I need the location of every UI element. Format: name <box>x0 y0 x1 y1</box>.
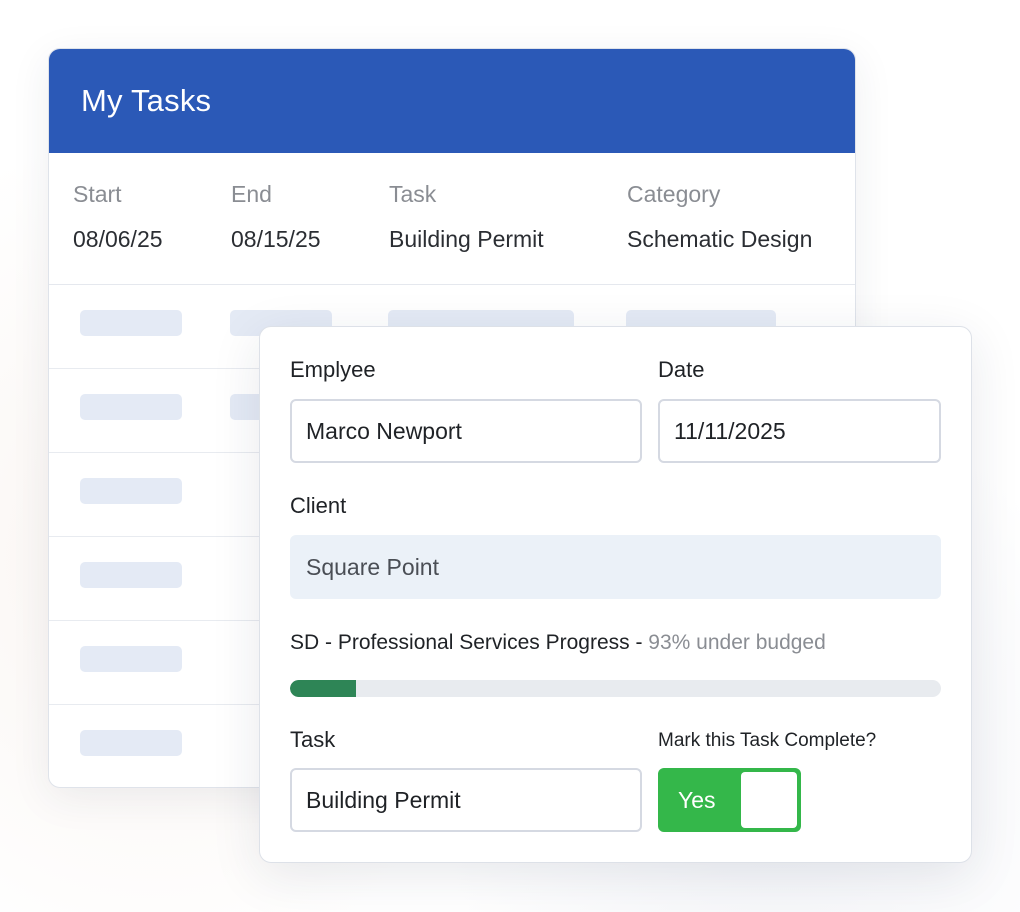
column-header-task: Task <box>389 181 437 207</box>
employee-input[interactable] <box>290 399 642 463</box>
progress-title: SD - Professional Services Progress - <box>290 631 649 654</box>
progress-note: 93% under budged <box>648 631 826 654</box>
skeleton-bar <box>80 478 182 504</box>
date-label: Date <box>658 357 705 382</box>
complete-label: Mark this Task Complete? <box>658 730 877 751</box>
cell-end: 08/15/25 <box>231 226 321 252</box>
skeleton-bar <box>80 310 182 336</box>
skeleton-bar <box>80 730 182 756</box>
cell-task: Building Permit <box>389 226 544 252</box>
tasks-header: My Tasks <box>49 49 855 153</box>
toggle-text: Yes <box>678 787 716 813</box>
client-field <box>290 535 941 599</box>
column-start: Start 08/06/25 <box>73 181 163 253</box>
toggle-knob[interactable] <box>741 772 797 828</box>
task-form-card: Emplyee Date Client SD - Professional Se… <box>259 326 972 863</box>
column-header-end: End <box>231 181 272 207</box>
progress-label: SD - Professional Services Progress - 93… <box>290 631 826 655</box>
column-category: Category Schematic Design <box>627 181 812 253</box>
employee-label: Emplyee <box>290 357 376 382</box>
progress-bar <box>290 680 941 697</box>
skeleton-bar <box>80 394 182 420</box>
complete-toggle[interactable]: Yes <box>658 768 801 832</box>
date-input[interactable] <box>658 399 941 463</box>
cell-category: Schematic Design <box>627 226 813 252</box>
client-label: Client <box>290 493 347 518</box>
task-input[interactable] <box>290 768 642 832</box>
column-task: Task Building Permit <box>389 181 544 253</box>
task-label: Task <box>290 727 336 752</box>
progress-fill <box>290 680 356 697</box>
cell-start: 08/06/25 <box>73 226 163 252</box>
skeleton-bar <box>80 562 182 588</box>
skeleton-bar <box>80 646 182 672</box>
tasks-title: My Tasks <box>81 83 212 118</box>
column-header-category: Category <box>627 181 721 207</box>
column-header-start: Start <box>73 181 122 207</box>
stage: My Tasks Start 08/06/25 End 08/15/25 Tas… <box>0 0 1020 912</box>
tasks-table-header-row[interactable]: Start 08/06/25 End 08/15/25 Task Buildin… <box>49 153 855 285</box>
column-end: End 08/15/25 <box>231 181 321 253</box>
